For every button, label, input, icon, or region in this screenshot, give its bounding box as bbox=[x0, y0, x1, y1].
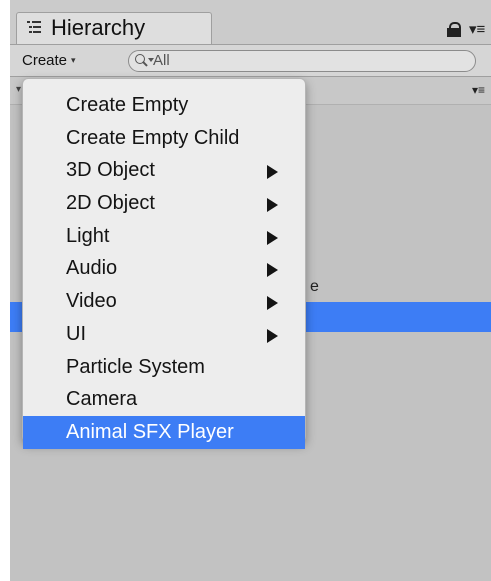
menu-item-create-empty-child[interactable]: Create Empty Child bbox=[23, 122, 305, 155]
menu-item-video[interactable]: Video bbox=[23, 285, 305, 318]
tab-title: Hierarchy bbox=[51, 15, 146, 40]
menu-item-label: Particle System bbox=[66, 355, 205, 378]
submenu-arrow-icon bbox=[267, 165, 278, 180]
menu-item-label: Camera bbox=[66, 388, 138, 411]
menu-item-camera[interactable]: Camera bbox=[23, 383, 305, 416]
lock-icon[interactable] bbox=[447, 22, 461, 37]
menu-item-label: Create Empty bbox=[66, 94, 189, 116]
create-dropdown-menu: Create Empty Create Empty Child 3D Object 2… bbox=[22, 78, 306, 449]
menu-item-label: 3D Object bbox=[66, 159, 155, 182]
search-input[interactable] bbox=[153, 51, 453, 71]
submenu-arrow-icon bbox=[267, 198, 278, 213]
menu-item-animal-sfx-player[interactable]: Animal SFX Player bbox=[23, 415, 305, 449]
menu-item-3d-object[interactable]: 3D Object bbox=[23, 154, 305, 187]
hierarchy-item-partial-text: e bbox=[310, 278, 319, 295]
menu-item-label: Video bbox=[66, 290, 117, 313]
search-field[interactable] bbox=[128, 50, 476, 72]
submenu-arrow-icon bbox=[267, 328, 278, 343]
search-icon[interactable] bbox=[135, 54, 154, 67]
menu-item-light[interactable]: Light bbox=[23, 220, 305, 253]
create-label: Create bbox=[22, 52, 68, 69]
submenu-arrow-icon bbox=[267, 296, 278, 311]
menu-item-label: Audio bbox=[66, 257, 118, 280]
submenu-arrow-icon bbox=[267, 263, 278, 278]
menu-item-label: Light bbox=[66, 224, 110, 247]
create-dropdown-button[interactable]: Create ▾ bbox=[18, 50, 80, 72]
scene-menu-icon[interactable]: ▾≡ bbox=[472, 83, 485, 97]
menu-item-label: Animal SFX Player bbox=[66, 420, 234, 443]
menu-item-label: 2D Object bbox=[66, 192, 155, 215]
menu-item-ui[interactable]: UI bbox=[23, 318, 305, 351]
menu-item-particle-system[interactable]: Particle System bbox=[23, 351, 305, 384]
menu-item-label: Create Empty Child bbox=[66, 126, 240, 149]
context-menu-icon[interactable]: ▾≡ bbox=[469, 20, 485, 38]
hierarchy-toolbar: Create ▾ bbox=[10, 44, 491, 77]
menu-item-label: UI bbox=[66, 322, 86, 345]
tab-hierarchy[interactable]: Hierarchy bbox=[16, 12, 212, 44]
menu-item-audio[interactable]: Audio bbox=[23, 252, 305, 285]
tab-strip: Hierarchy ▾≡ bbox=[10, 0, 491, 44]
chevron-down-icon: ▾ bbox=[71, 55, 76, 65]
expand-arrow-icon[interactable]: ▾ bbox=[16, 84, 21, 95]
hierarchy-list-icon bbox=[27, 21, 41, 34]
menu-item-2d-object[interactable]: 2D Object bbox=[23, 187, 305, 220]
menu-item-create-empty[interactable]: Create Empty bbox=[23, 89, 305, 122]
submenu-arrow-icon bbox=[267, 230, 278, 245]
